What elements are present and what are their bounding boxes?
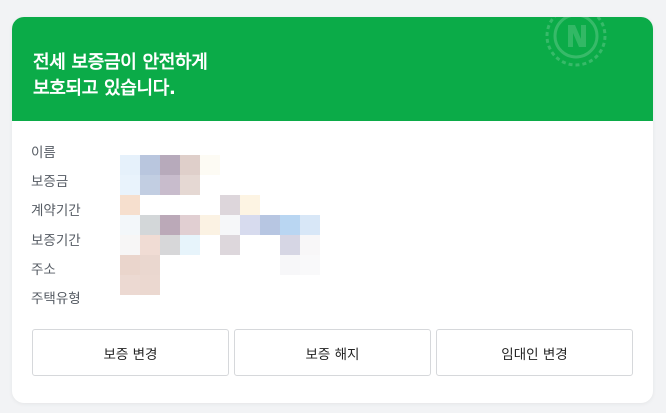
info-label-name: 이름	[31, 145, 56, 161]
banner-title-line2: 보호되고 있습니다.	[33, 78, 176, 99]
info-row-housing-type: 주택유형	[31, 284, 331, 314]
banner-title-line1: 전세 보증금이 안전하게	[33, 52, 208, 73]
change-guarantee-button[interactable]: 보증 변경	[32, 329, 229, 376]
banner-title: 전세 보증금이 안전하게 보호되고 있습니다.	[33, 50, 208, 102]
guarantee-card: 전세 보증금이 안전하게 보호되고 있습니다. 이름 보증금 계약기간 보증기간…	[12, 17, 653, 403]
info-label-address: 주소	[31, 262, 56, 278]
info-label-deposit: 보증금	[31, 174, 69, 190]
status-banner: 전세 보증금이 안전하게 보호되고 있습니다.	[12, 17, 653, 121]
action-buttons: 보증 변경 보증 해지 임대인 변경	[32, 329, 634, 379]
info-label-contract-period: 계약기간	[31, 203, 81, 219]
change-landlord-button[interactable]: 임대인 변경	[436, 329, 633, 376]
cancel-guarantee-button[interactable]: 보증 해지	[234, 329, 431, 376]
seal-icon	[545, 17, 607, 67]
info-label-guarantee-period: 보증기간	[31, 233, 81, 249]
info-label-housing-type: 주택유형	[31, 291, 81, 307]
